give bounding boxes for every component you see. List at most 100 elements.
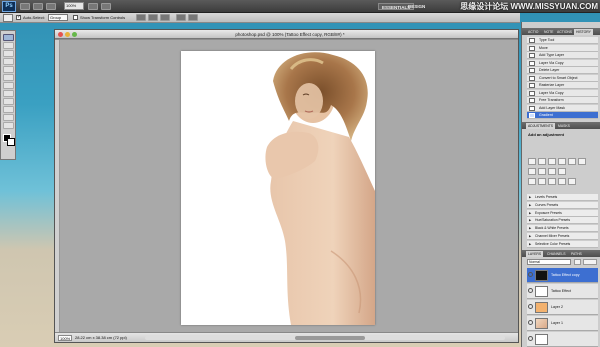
auto-select-checkbox[interactable] bbox=[16, 14, 21, 20]
visibility-eye-icon[interactable] bbox=[528, 272, 533, 277]
tab-masks[interactable]: MASKS bbox=[556, 123, 572, 129]
lock-icon[interactable] bbox=[574, 259, 581, 265]
hue-saturation-icon[interactable] bbox=[578, 158, 586, 165]
preset-item[interactable]: Channel Mixer Presets bbox=[527, 233, 598, 240]
quick-selection-tool-icon[interactable] bbox=[3, 58, 14, 65]
gradient-map-icon[interactable] bbox=[558, 178, 566, 185]
adjustments-panel-tabs: ADJUSTMENTS MASKS bbox=[522, 122, 600, 129]
history-state[interactable]: Layer Via Copy bbox=[527, 59, 598, 67]
layer-row[interactable]: Layer 1 bbox=[527, 316, 598, 331]
arrange-documents-icon[interactable] bbox=[88, 3, 98, 10]
align-middle-icon[interactable] bbox=[148, 14, 158, 21]
eyedropper-tool-icon[interactable] bbox=[3, 74, 14, 81]
history-state[interactable]: Free Transform bbox=[527, 97, 598, 104]
eraser-tool-icon[interactable] bbox=[3, 106, 14, 113]
history-state[interactable]: Convert to Smart Object bbox=[527, 74, 598, 82]
black-white-icon[interactable] bbox=[538, 168, 546, 175]
preset-item[interactable]: Selective Color Presets bbox=[527, 240, 598, 248]
visibility-eye-icon[interactable] bbox=[528, 336, 533, 341]
history-state[interactable]: Add Layer Mask bbox=[527, 104, 598, 112]
close-window-icon[interactable] bbox=[58, 32, 63, 37]
threshold-icon[interactable] bbox=[548, 178, 556, 185]
color-balance-icon[interactable] bbox=[528, 168, 536, 175]
blend-mode-select[interactable]: Normal bbox=[527, 259, 571, 265]
visibility-eye-icon[interactable] bbox=[528, 304, 533, 309]
photo-filter-icon[interactable] bbox=[548, 168, 556, 175]
align-bottom-icon[interactable] bbox=[160, 14, 170, 21]
horizontal-scrollbar[interactable] bbox=[145, 336, 505, 340]
lasso-tool-icon[interactable] bbox=[3, 50, 14, 57]
history-state[interactable]: Rasterize Layer bbox=[527, 82, 598, 89]
vertical-ruler bbox=[55, 40, 60, 333]
marquee-tool-icon[interactable] bbox=[3, 42, 14, 49]
zoom-field[interactable]: 100% bbox=[58, 335, 72, 341]
tab-layers[interactable]: LAYERS bbox=[526, 251, 544, 257]
distribute-top-icon[interactable] bbox=[176, 14, 186, 21]
exposure-icon[interactable] bbox=[558, 158, 566, 165]
document-window: photoshop.psd @ 100% (Tattoo Effect copy… bbox=[54, 29, 519, 343]
tab-actions-mini[interactable]: ACTIO bbox=[526, 29, 540, 35]
tab-channels[interactable]: CHANNELS bbox=[545, 251, 567, 257]
history-state-icon bbox=[529, 60, 535, 66]
type-tool-icon[interactable] bbox=[3, 122, 14, 129]
tab-actions[interactable]: ACTIONS bbox=[555, 29, 574, 35]
history-state-label: Rasterize Layer bbox=[539, 83, 565, 87]
history-state[interactable]: Add Type Layer bbox=[527, 52, 598, 59]
preset-item[interactable]: Hue/Saturation Presets bbox=[527, 217, 598, 225]
background-color-swatch[interactable] bbox=[7, 138, 15, 146]
view-extras-icon[interactable] bbox=[46, 3, 56, 10]
scroll-thumb[interactable] bbox=[295, 336, 365, 340]
tab-paths[interactable]: PATHS bbox=[569, 251, 584, 257]
invert-icon[interactable] bbox=[528, 178, 536, 185]
opacity-field[interactable] bbox=[583, 259, 597, 265]
preset-item[interactable]: Black & White Presets bbox=[527, 225, 598, 233]
history-state[interactable]: Move bbox=[527, 44, 598, 52]
tab-history[interactable]: HISTORY bbox=[574, 29, 593, 35]
portrait-illustration bbox=[265, 52, 375, 325]
move-tool-icon[interactable] bbox=[3, 34, 14, 41]
curves-icon[interactable] bbox=[548, 158, 556, 165]
gradient-tool-icon[interactable] bbox=[3, 114, 14, 121]
tab-notes[interactable]: NOTE bbox=[542, 29, 555, 35]
layer-row[interactable]: Layer 2 bbox=[527, 300, 598, 315]
channel-mixer-icon[interactable] bbox=[558, 168, 566, 175]
auto-select-dropdown[interactable]: Group bbox=[48, 14, 68, 21]
history-state[interactable]: Layer Via Copy bbox=[527, 89, 598, 97]
tab-adjustments[interactable]: ADJUSTMENTS bbox=[526, 123, 556, 129]
align-top-icon[interactable] bbox=[136, 14, 146, 21]
layer-row[interactable]: Tattoo Effect copy bbox=[527, 268, 598, 283]
vibrance-icon[interactable] bbox=[568, 158, 576, 165]
brush-tool-icon[interactable] bbox=[3, 90, 14, 97]
screen-mode-icon[interactable] bbox=[101, 3, 111, 10]
move-tool-preset-icon[interactable] bbox=[3, 14, 13, 22]
mini-bridge-icon[interactable] bbox=[33, 3, 43, 10]
preset-item[interactable]: Levels Presets bbox=[527, 194, 598, 201]
history-state[interactable]: Type Tool bbox=[527, 37, 598, 44]
clone-stamp-tool-icon[interactable] bbox=[3, 98, 14, 105]
visibility-eye-icon[interactable] bbox=[528, 320, 533, 325]
levels-icon[interactable] bbox=[538, 158, 546, 165]
healing-brush-tool-icon[interactable] bbox=[3, 82, 14, 89]
history-state[interactable]: Gradient bbox=[527, 112, 598, 119]
selective-color-icon[interactable] bbox=[568, 178, 576, 185]
show-transform-checkbox[interactable] bbox=[73, 15, 78, 20]
layer-row[interactable] bbox=[527, 332, 598, 347]
zoom-window-icon[interactable] bbox=[72, 32, 77, 37]
layer-row[interactable]: Tattoo Effect bbox=[527, 284, 598, 299]
history-state-icon bbox=[529, 68, 535, 73]
layer-thumbnail bbox=[535, 286, 548, 297]
history-state-icon bbox=[529, 53, 535, 58]
artboard-image[interactable] bbox=[181, 51, 375, 325]
preset-item[interactable]: Curves Presets bbox=[527, 201, 598, 209]
visibility-eye-icon[interactable] bbox=[528, 288, 533, 293]
brightness-contrast-icon[interactable] bbox=[528, 158, 536, 165]
distribute-middle-icon[interactable] bbox=[188, 14, 198, 21]
posterize-icon[interactable] bbox=[538, 178, 546, 185]
history-state[interactable]: Delete Layer bbox=[527, 67, 598, 74]
crop-tool-icon[interactable] bbox=[3, 66, 14, 73]
preset-item[interactable]: Exposure Presets bbox=[527, 209, 598, 217]
history-state-icon bbox=[529, 113, 535, 118]
bridge-icon[interactable] bbox=[20, 3, 30, 10]
minimize-window-icon[interactable] bbox=[65, 32, 70, 37]
zoom-level-select[interactable]: 100% bbox=[64, 2, 84, 10]
